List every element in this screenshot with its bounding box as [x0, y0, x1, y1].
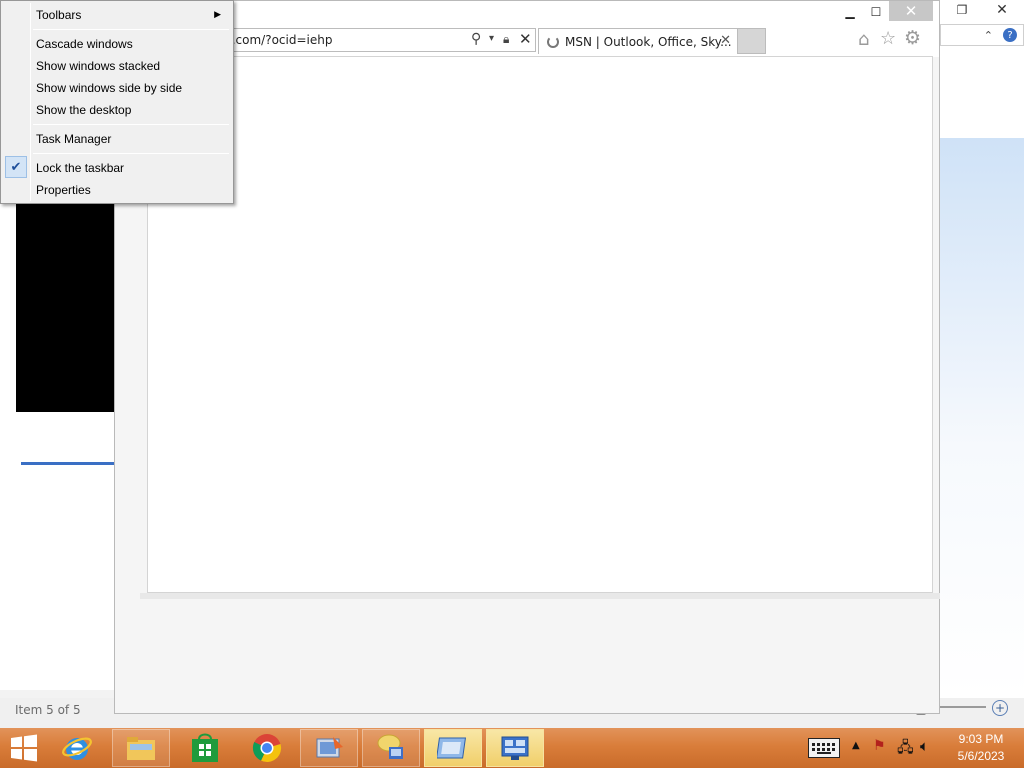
taskbar-window-app[interactable] — [424, 729, 482, 767]
zoom-in-icon[interactable]: + — [992, 700, 1008, 716]
taskbar-windows-store[interactable] — [176, 729, 234, 767]
taskbar-internet-explorer[interactable] — [48, 729, 106, 767]
menu-item-task-manager[interactable]: Task Manager — [3, 128, 231, 150]
taskbar-remote-desktop[interactable] — [486, 729, 544, 767]
taskbar-context-menu: Toolbars ▶ Cascade windows Show windows … — [0, 0, 234, 204]
chrome-icon — [252, 734, 282, 762]
new-tab-button[interactable] — [738, 28, 766, 54]
lock-icon[interactable]: 🔒︎ — [503, 32, 509, 47]
menu-item-label: Lock the taskbar — [36, 161, 125, 175]
search-icon[interactable]: ⚲ — [471, 31, 481, 47]
menu-item-label: Properties — [36, 183, 91, 197]
window-icon — [437, 737, 467, 759]
submenu-arrow-icon: ▶ — [214, 9, 221, 19]
menu-item-label: Show windows stacked — [36, 59, 161, 73]
folder-icon — [127, 737, 155, 760]
media-player-icon — [316, 737, 343, 758]
menu-separator — [33, 124, 229, 125]
menu-separator — [33, 29, 229, 30]
close-button[interactable]: ✕ — [980, 0, 1024, 20]
background-window-toolbar: ⌃ ? — [940, 24, 1024, 46]
selection-underline — [21, 462, 114, 465]
menu-item-lock-the-taskbar[interactable]: Lock the taskbar — [3, 157, 231, 179]
network-icon[interactable]: 🖧︎ — [897, 737, 914, 762]
background-window-right-pane — [938, 0, 1024, 138]
remote-desktop-icon — [501, 736, 529, 760]
clock-date[interactable]: 5/6/2023 — [941, 749, 1021, 763]
stop-icon[interactable]: ✕ — [519, 30, 532, 48]
taskbar-chrome[interactable] — [238, 729, 296, 767]
chat-bubble-icon — [377, 734, 403, 759]
chevron-down-icon[interactable]: ▾ — [489, 33, 494, 44]
restore-button[interactable]: ❐ — [948, 0, 976, 20]
start-button[interactable] — [6, 731, 42, 765]
maximize-button[interactable]: ☐ — [863, 3, 889, 21]
taskbar-chat-app[interactable] — [362, 729, 420, 767]
menu-item-toolbars[interactable]: Toolbars ▶ — [3, 4, 231, 26]
menu-item-label: Cascade windows — [36, 37, 133, 51]
tab-close-icon[interactable]: ✕ — [720, 33, 731, 48]
taskbar-file-explorer[interactable] — [112, 729, 170, 767]
volume-icon[interactable]: 🔈︎ — [920, 737, 929, 755]
background-window-right-gradient — [938, 138, 1024, 698]
menu-item-properties[interactable]: Properties — [3, 179, 231, 201]
chevron-up-icon[interactable]: ⌃ — [984, 29, 993, 42]
internet-explorer-icon — [62, 737, 92, 760]
show-hidden-icons-arrow[interactable]: ▲ — [852, 740, 860, 751]
action-center-flag-icon[interactable]: ⚑ — [873, 738, 886, 754]
help-icon[interactable]: ? — [1003, 28, 1017, 42]
touch-keyboard-icon[interactable] — [808, 738, 840, 758]
windows-logo-icon — [11, 734, 37, 762]
menu-item-label: Show windows side by side — [36, 81, 183, 95]
menu-item-label: Toolbars — [36, 8, 82, 22]
menu-item-label: Show the desktop — [36, 103, 132, 117]
menu-item-label: Task Manager — [36, 132, 112, 146]
browser-frame-edge — [140, 593, 940, 599]
thumbnail-image[interactable] — [16, 200, 114, 412]
browser-titlebar[interactable] — [115, 1, 939, 27]
store-icon — [192, 733, 218, 762]
browser-content-area[interactable] — [147, 56, 933, 593]
status-text: Item 5 of 5 — [15, 703, 81, 717]
menu-item-show-windows-stacked[interactable]: Show windows stacked — [3, 55, 231, 77]
keyboard-keys-icon — [812, 743, 835, 754]
menu-item-cascade-windows[interactable]: Cascade windows — [3, 33, 231, 55]
tab-title[interactable]: MSN | Outlook, Office, Sky... — [565, 35, 732, 49]
menu-separator — [33, 153, 229, 154]
taskbar-media-app[interactable] — [300, 729, 358, 767]
menu-item-show-the-desktop[interactable]: Show the desktop — [3, 99, 231, 121]
settings-gear-icon[interactable]: ⚙ — [904, 27, 921, 49]
home-icon[interactable]: ⌂ — [858, 29, 869, 50]
menu-item-show-windows-side-by-side[interactable]: Show windows side by side — [3, 77, 231, 99]
clock-time[interactable]: 9:03 PM — [941, 732, 1021, 746]
browser-close-button[interactable]: ✕ — [889, 1, 933, 21]
minimize-button[interactable]: ▁ — [837, 3, 863, 21]
favorites-star-icon[interactable]: ☆ — [880, 28, 896, 49]
loading-spinner-icon — [547, 35, 559, 48]
tab-msn[interactable]: MSN | Outlook, Office, Sky... ✕ — [538, 28, 738, 54]
